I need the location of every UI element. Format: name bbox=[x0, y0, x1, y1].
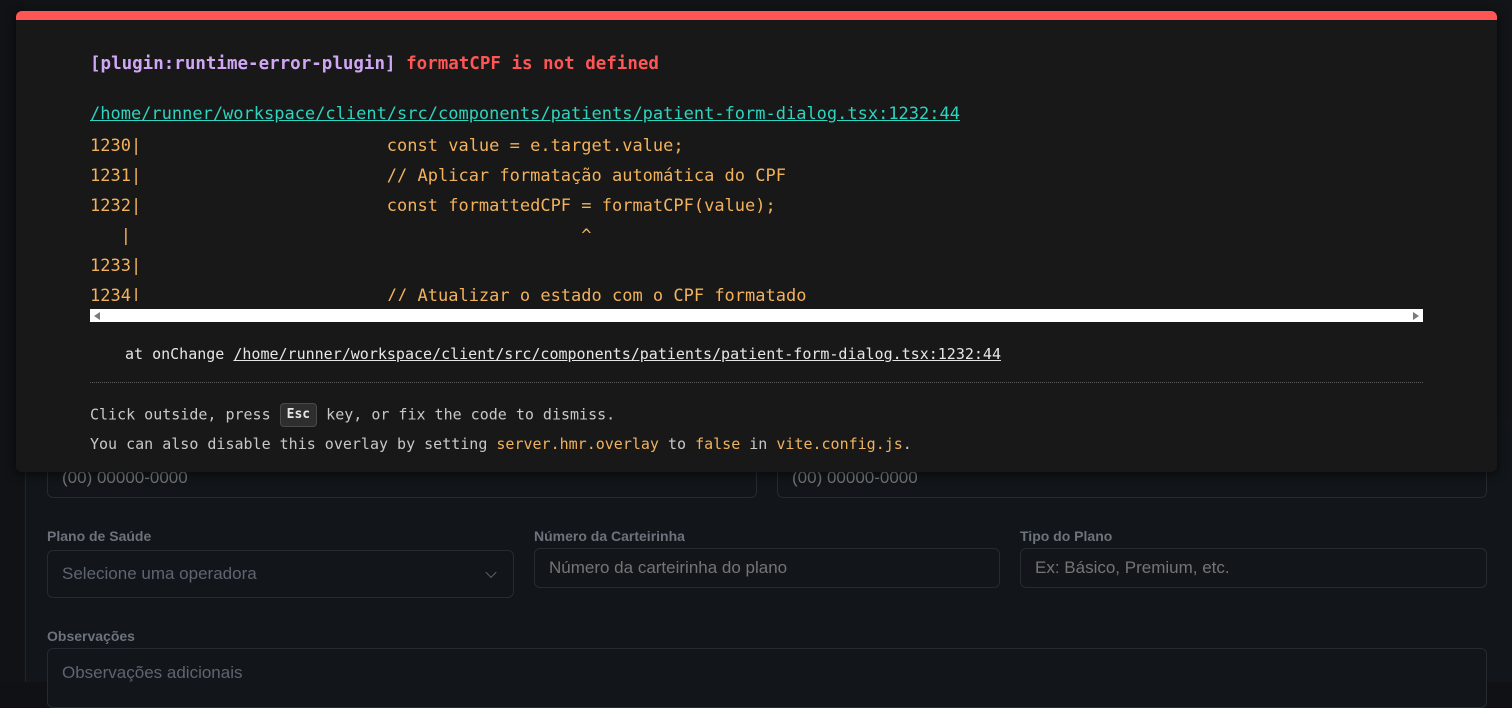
card-number-input[interactable] bbox=[534, 548, 1000, 588]
notes-textarea[interactable]: Observações adicionais bbox=[47, 648, 1487, 708]
scroll-right-icon[interactable] bbox=[1413, 312, 1419, 320]
tip-text: You can also disable this overlay by set… bbox=[90, 435, 497, 453]
plan-type-input[interactable] bbox=[1020, 548, 1487, 588]
code-line: 1232| const formattedCPF = formatCPF(val… bbox=[90, 196, 776, 216]
disable-tip: You can also disable this overlay by set… bbox=[90, 435, 912, 453]
tip-text: key, or fix the code to dismiss. bbox=[317, 405, 616, 424]
error-overlay[interactable]: [plugin:runtime-error-plugin] formatCPF … bbox=[16, 11, 1497, 472]
code-frame: 1230| const value = e.target.value; 1231… bbox=[90, 131, 1423, 301]
health-plan-select-value: Selecione uma operadora bbox=[62, 564, 257, 583]
error-message: [plugin:runtime-error-plugin] formatCPF … bbox=[90, 54, 659, 74]
error-text: formatCPF is not defined bbox=[406, 54, 659, 74]
plugin-tag: [plugin:runtime-error-plugin] bbox=[90, 54, 396, 74]
tip-text: Click outside, press bbox=[90, 405, 280, 424]
code-caret-line: | ^ bbox=[90, 226, 592, 246]
dismiss-tip: Click outside, press Esc key, or fix the… bbox=[90, 403, 615, 427]
notes-placeholder: Observações adicionais bbox=[62, 663, 243, 682]
tip-text: in bbox=[740, 435, 777, 453]
health-plan-select[interactable]: Selecione uma operadora bbox=[47, 550, 514, 598]
tip-text: to bbox=[658, 435, 696, 453]
code-frame-scrollbar[interactable] bbox=[90, 309, 1423, 322]
code-line: 1231| // Aplicar formatação automática d… bbox=[90, 166, 786, 186]
code-line: 1233| bbox=[90, 256, 142, 276]
divider bbox=[90, 382, 1423, 383]
config-value: false bbox=[695, 435, 741, 453]
chevron-down-icon bbox=[485, 566, 497, 579]
code-line: 1230| const value = e.target.value; bbox=[90, 136, 684, 156]
notes-label: Observações bbox=[47, 628, 135, 644]
config-key: server.hmr.overlay bbox=[496, 435, 659, 453]
tip-text: . bbox=[902, 435, 912, 453]
health-plan-label: Plano de Saúde bbox=[47, 528, 152, 544]
code-line: 1234| // Atualizar o estado com o CPF fo… bbox=[90, 286, 807, 301]
esc-key: Esc bbox=[279, 403, 318, 427]
stack-file-link[interactable]: /home/runner/workspace/client/src/compon… bbox=[233, 345, 1001, 363]
stack-prefix: at onChange bbox=[125, 345, 234, 363]
stack-trace: at onChange /home/runner/workspace/clien… bbox=[125, 345, 1001, 363]
scroll-left-icon[interactable] bbox=[94, 312, 100, 320]
config-file: vite.config.js bbox=[776, 435, 903, 453]
plan-type-label: Tipo do Plano bbox=[1020, 528, 1113, 544]
card-number-label: Número da Carteirinha bbox=[534, 528, 685, 544]
error-file-link[interactable]: /home/runner/workspace/client/src/compon… bbox=[90, 104, 960, 124]
